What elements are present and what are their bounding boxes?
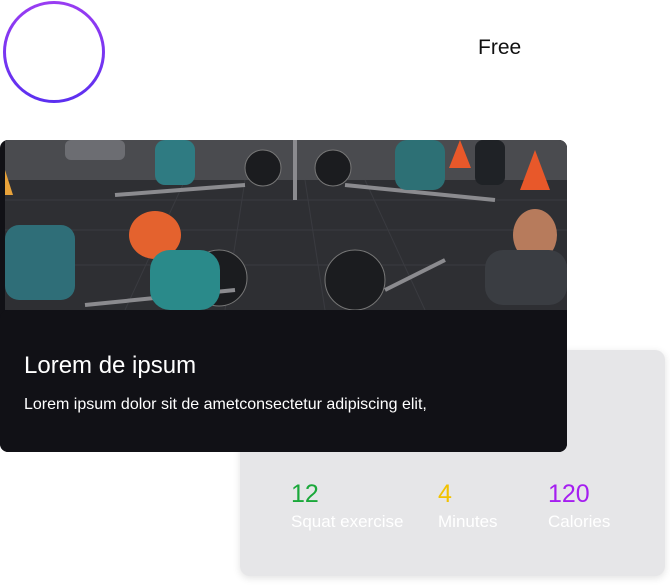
stat-value: 120 (548, 480, 590, 508)
stat-minutes: 4 Minutes (438, 480, 498, 532)
stat-label: Squat exercise (291, 512, 404, 531)
stat-value: 4 (438, 480, 452, 508)
avatar[interactable] (3, 1, 105, 103)
stat-value: 12 (291, 480, 319, 508)
workout-screen: Free 12 Squat exercise 4 Minutes 120 Cal… (0, 0, 670, 586)
workout-photo (5, 140, 567, 310)
card-info-panel: Lorem de ipsum Lorem ipsum dolor sit de … (0, 310, 567, 452)
card-title: Lorem de ipsum (24, 352, 197, 379)
rowing-class-illustration (5, 140, 567, 310)
card-description: Lorem ipsum dolor sit de ametconsectetur… (24, 396, 427, 413)
stat-squat: 12 Squat exercise (291, 480, 403, 532)
plan-label: Free (478, 36, 522, 59)
stat-label: Calories (548, 512, 611, 531)
stat-calories: 120 Calories (548, 480, 610, 532)
workout-card[interactable]: Lorem de ipsum Lorem ipsum dolor sit de … (0, 140, 567, 452)
stat-label: Minutes (438, 512, 498, 531)
